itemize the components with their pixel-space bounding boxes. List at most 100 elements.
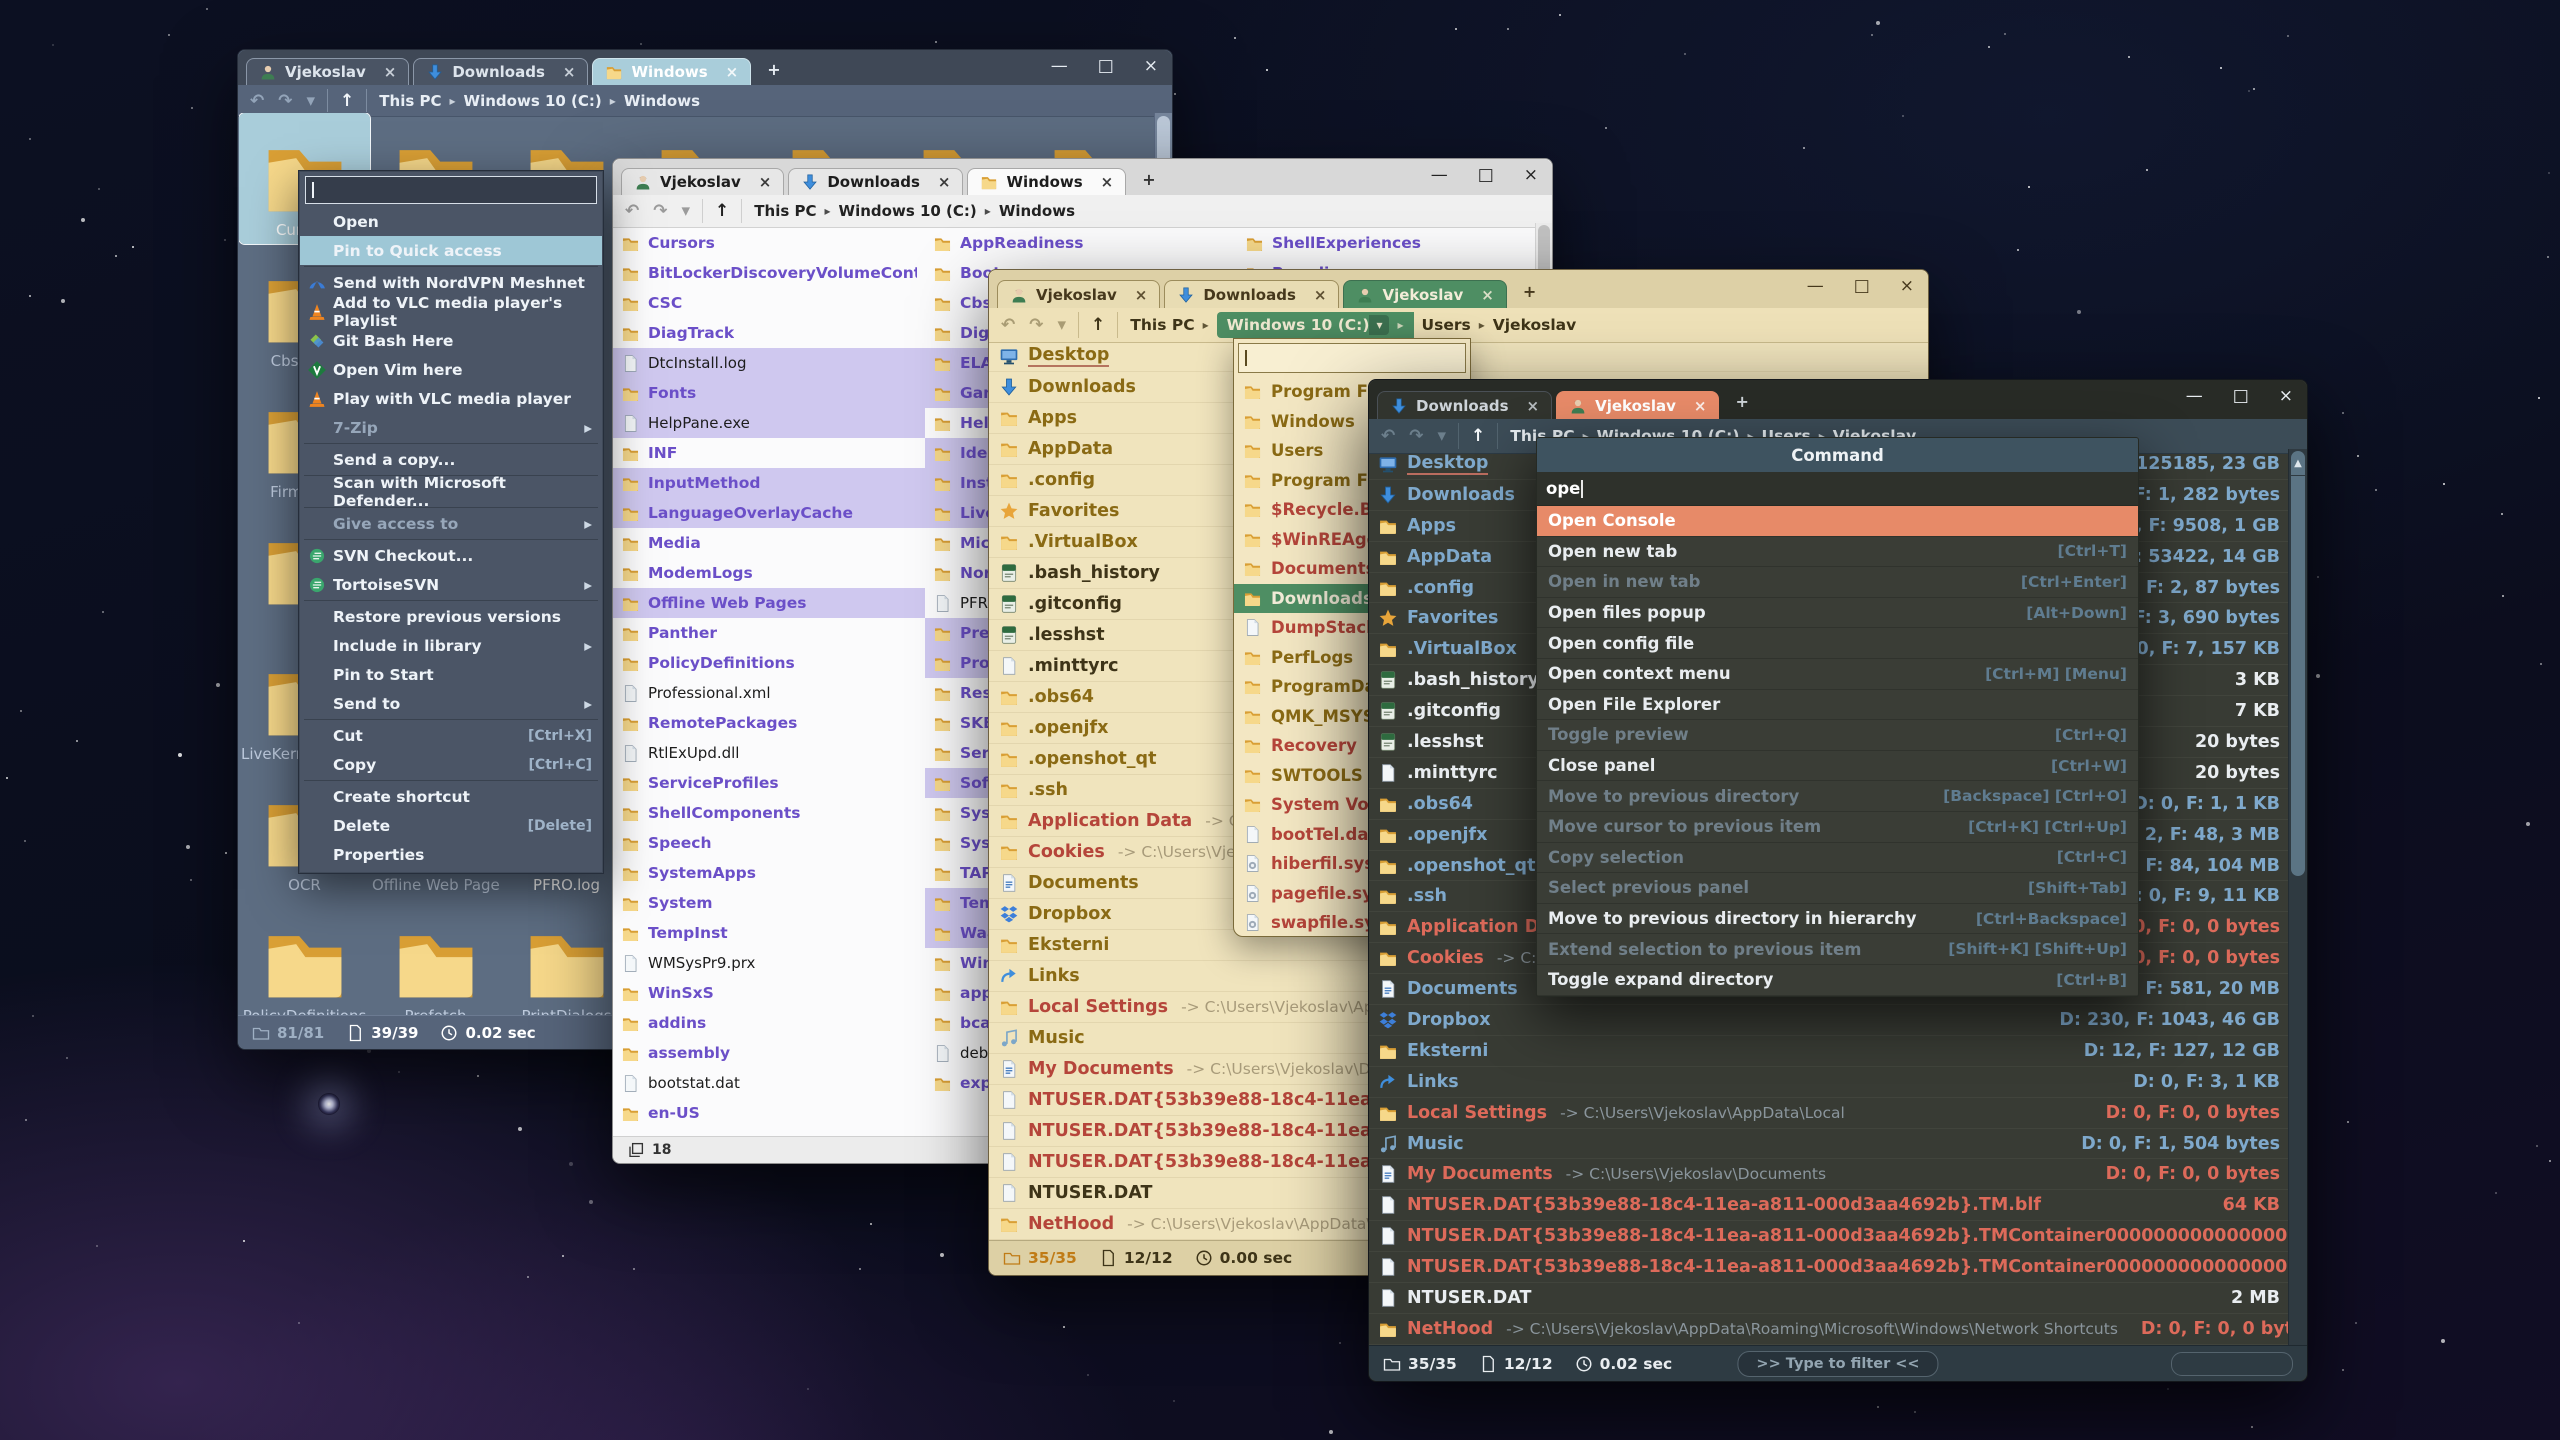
- file-row[interactable]: SystemApps: [613, 858, 925, 888]
- command-item[interactable]: Move to previous directory [Backspace] […: [1537, 781, 2138, 812]
- tab[interactable]: Downloads: [1164, 280, 1339, 308]
- breadcrumb-item[interactable]: Windows 10 (C:) ▾: [1217, 312, 1414, 338]
- file-row[interactable]: Music D: 0, F: 1, 504 bytes: [1369, 1129, 2289, 1160]
- scroll-up-icon[interactable]: ▲: [2291, 451, 2305, 475]
- file-row[interactable]: CSC: [613, 288, 925, 318]
- forward-icon[interactable]: ↷: [653, 201, 667, 221]
- tab-close-icon[interactable]: [1527, 397, 1540, 415]
- context-menu-item[interactable]: SVN Checkout...: [300, 541, 602, 570]
- file-row[interactable]: RemotePackages: [613, 708, 925, 738]
- file-row[interactable]: BitLockerDiscoveryVolumeContents: [613, 258, 925, 288]
- breadcrumb-item[interactable]: Windows 10 (C:): [839, 202, 991, 220]
- context-menu-item[interactable]: Scan with Microsoft Defender...: [300, 477, 602, 506]
- command-item[interactable]: Copy selection [Ctrl+C]: [1537, 843, 2138, 874]
- command-item[interactable]: Move to previous directory in hierarchy …: [1537, 904, 2138, 935]
- command-item[interactable]: Open File Explorer: [1537, 690, 2138, 721]
- file-row[interactable]: addins: [613, 1008, 925, 1038]
- minimize-button[interactable]: —: [1051, 56, 1068, 76]
- tab-close-icon[interactable]: [1101, 173, 1114, 191]
- command-item[interactable]: Toggle expand directory [Ctrl+B]: [1537, 965, 2138, 996]
- context-menu-item[interactable]: Give access to: [300, 509, 602, 538]
- context-menu-item[interactable]: Git Bash Here: [300, 326, 602, 355]
- file-row[interactable]: en-US: [613, 1098, 925, 1128]
- file-row[interactable]: RtlExUpd.dll: [613, 738, 925, 768]
- context-menu-item[interactable]: Properties: [300, 840, 602, 869]
- tab-close-icon[interactable]: [1694, 397, 1707, 415]
- command-item[interactable]: Toggle preview [Ctrl+Q]: [1537, 720, 2138, 751]
- file-row[interactable]: ShellComponents: [613, 798, 925, 828]
- file-row[interactable]: bootstat.dat: [613, 1068, 925, 1098]
- file-row[interactable]: assembly: [613, 1038, 925, 1068]
- breadcrumb-item[interactable]: This PC: [1130, 316, 1208, 334]
- breadcrumb-item[interactable]: Vjekoslav: [1493, 316, 1584, 334]
- up-icon[interactable]: ↑: [1471, 426, 1485, 446]
- file-row[interactable]: Local Settings -> C:\Users\Vjekoslav\App…: [1369, 1098, 2289, 1129]
- file-row[interactable]: Offline Web Pages: [613, 588, 925, 618]
- file-row[interactable]: PolicyDefinitions: [613, 648, 925, 678]
- context-menu-item[interactable]: 7-Zip: [300, 413, 602, 442]
- up-icon[interactable]: ↑: [715, 201, 729, 221]
- back-icon[interactable]: ↶: [250, 91, 264, 111]
- file-row[interactable]: WMSysPr9.prx: [613, 948, 925, 978]
- folder-tile[interactable]: PolicyDefinitions: [239, 899, 370, 1016]
- command-item[interactable]: Open new tab [Ctrl+T]: [1537, 537, 2138, 568]
- minimize-button[interactable]: —: [2186, 386, 2203, 406]
- breadcrumb-item[interactable]: Windows: [624, 92, 708, 110]
- breadcrumb-dropdown-button[interactable]: ▾: [1369, 315, 1389, 335]
- context-menu-item[interactable]: Create shortcut: [300, 782, 602, 811]
- close-button[interactable]: ×: [1900, 276, 1914, 296]
- history-dropdown-icon[interactable]: ▾: [307, 91, 316, 111]
- file-row[interactable]: Eksterni D: 12, F: 127, 12 GB: [1369, 1036, 2289, 1067]
- file-row[interactable]: LanguageOverlayCache: [613, 498, 925, 528]
- folder-tile[interactable]: Prefetch: [370, 899, 501, 1016]
- file-row[interactable]: AppReadiness: [925, 228, 1237, 258]
- breadcrumb-item[interactable]: This PC: [754, 202, 830, 220]
- tab[interactable]: Vjekoslav: [621, 168, 784, 195]
- tab[interactable]: Windows: [592, 58, 751, 85]
- context-menu-item[interactable]: Send to: [300, 689, 602, 718]
- maximize-button[interactable]: □: [2233, 386, 2249, 406]
- type-to-filter-button[interactable]: >> Type to filter <<: [1737, 1351, 1938, 1377]
- file-row[interactable]: Fonts: [613, 378, 925, 408]
- file-row[interactable]: HelpPane.exe: [613, 408, 925, 438]
- file-row[interactable]: INF: [613, 438, 925, 468]
- new-tab-button[interactable]: +: [1511, 282, 1548, 301]
- close-button[interactable]: ×: [2279, 386, 2293, 406]
- back-icon[interactable]: ↶: [1001, 315, 1015, 335]
- up-icon[interactable]: ↑: [1091, 315, 1105, 335]
- file-row[interactable]: Panther: [613, 618, 925, 648]
- command-item[interactable]: Open files popup [Alt+Down]: [1537, 598, 2138, 629]
- breadcrumb-item[interactable]: This PC: [379, 92, 455, 110]
- command-item[interactable]: Open Console: [1537, 506, 2138, 537]
- file-row[interactable]: NTUSER.DAT{53b39e88-18c4-11ea-a811-000d3…: [1369, 1221, 2289, 1252]
- forward-icon[interactable]: ↷: [278, 91, 292, 111]
- command-item[interactable]: Open config file: [1537, 628, 2138, 659]
- maximize-button[interactable]: □: [1854, 276, 1870, 296]
- context-menu-item[interactable]: Pin to Quick access: [300, 236, 602, 265]
- file-row[interactable]: TempInst: [613, 918, 925, 948]
- context-menu-item[interactable]: Cut [Ctrl+X]: [300, 721, 602, 750]
- context-menu-item[interactable]: Include in library: [300, 631, 602, 660]
- command-item[interactable]: Select previous panel [Shift+Tab]: [1537, 873, 2138, 904]
- file-row[interactable]: ModemLogs: [613, 558, 925, 588]
- history-dropdown-icon[interactable]: ▾: [1058, 315, 1067, 335]
- tab[interactable]: Downloads: [788, 168, 963, 195]
- scrollbar[interactable]: ▲: [2288, 449, 2307, 1346]
- minimize-button[interactable]: —: [1807, 276, 1824, 296]
- file-row[interactable]: Professional.xml: [613, 678, 925, 708]
- file-row[interactable]: ServiceProfiles: [613, 768, 925, 798]
- maximize-button[interactable]: □: [1098, 56, 1114, 76]
- file-row[interactable]: WinSxS: [613, 978, 925, 1008]
- tab-close-icon[interactable]: [938, 173, 951, 191]
- tab[interactable]: Downloads: [1377, 391, 1552, 419]
- command-input[interactable]: ope: [1537, 472, 2138, 506]
- context-menu-item[interactable]: Pin to Start: [300, 660, 602, 689]
- context-menu-item[interactable]: Delete [Delete]: [300, 811, 602, 840]
- up-icon[interactable]: ↑: [340, 91, 354, 111]
- command-item[interactable]: Extend selection to previous item [Shift…: [1537, 934, 2138, 965]
- scrollbar-thumb[interactable]: [2291, 476, 2305, 876]
- filter-input[interactable]: [2171, 1352, 2293, 1376]
- tab-close-icon[interactable]: [1314, 286, 1327, 304]
- file-row[interactable]: DtcInstall.log: [613, 348, 925, 378]
- command-item[interactable]: Move cursor to previous item [Ctrl+K] [C…: [1537, 812, 2138, 843]
